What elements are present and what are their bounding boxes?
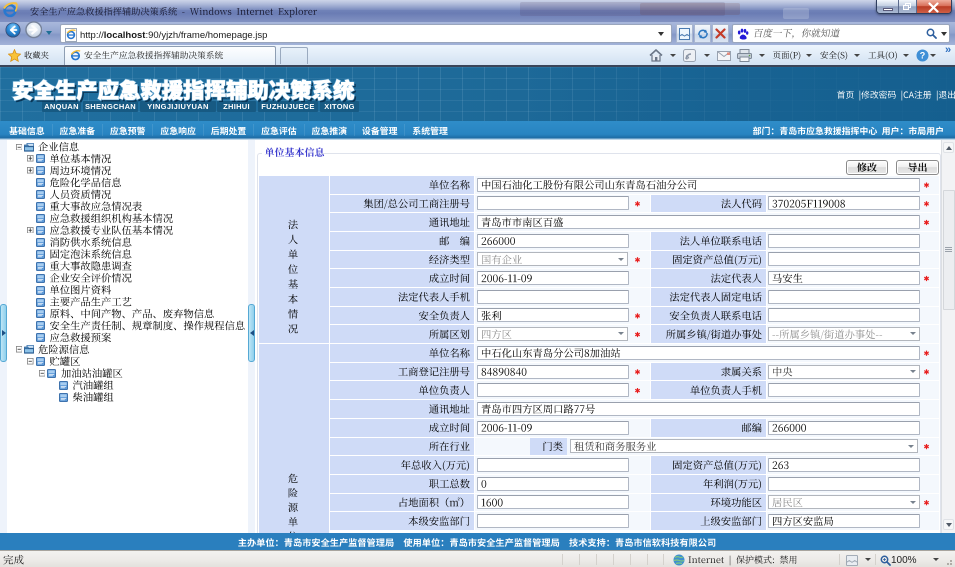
svg-text:?: ?: [920, 51, 926, 61]
